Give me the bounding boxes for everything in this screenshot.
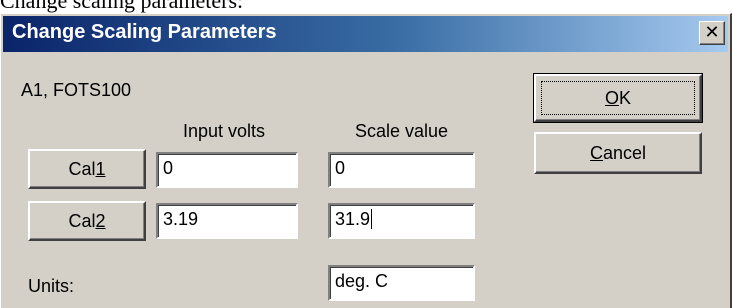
ok-label-accel: O — [604, 87, 619, 108]
units-value: deg. C — [335, 271, 389, 291]
cal1-input-volts-value: 0 — [163, 158, 174, 178]
input-volts-header: Input volts — [183, 121, 266, 141]
title-bar[interactable]: Change Scaling Parameters ✕ — [3, 16, 728, 52]
cancel-label-accel: C — [589, 142, 603, 163]
cal1-input-volts-field[interactable]: 0 — [156, 152, 298, 188]
units-field[interactable]: deg. C — [328, 265, 475, 301]
ok-label-rest: K — [619, 87, 632, 108]
close-button[interactable]: ✕ — [699, 21, 725, 45]
cal2-input-volts-value: 3.19 — [163, 209, 199, 229]
cal2-scale-value-value: 31.9 — [335, 209, 371, 229]
ok-button[interactable]: OK — [533, 73, 703, 123]
cal2-label-accel: 2 — [95, 210, 106, 231]
cal2-scale-value-field[interactable]: 31.9 — [328, 203, 475, 239]
channel-label: A1, FOTS100 — [21, 80, 132, 100]
cal1-scale-value-field[interactable]: 0 — [328, 152, 475, 188]
cal2-button[interactable]: Cal 2 — [28, 201, 146, 241]
cal1-button[interactable]: Cal 1 — [28, 149, 146, 189]
cal1-scale-value-value: 0 — [335, 158, 346, 178]
text-caret — [371, 209, 373, 229]
units-label: Units: — [28, 276, 75, 296]
dialog-title: Change Scaling Parameters — [12, 21, 277, 43]
cal2-input-volts-field[interactable]: 3.19 — [156, 203, 298, 239]
document-caption: Change scaling parameters: — [0, 0, 244, 13]
cal1-label-accel: 1 — [95, 158, 106, 179]
scale-value-header: Scale value — [355, 121, 449, 141]
change-scaling-dialog: Change Scaling Parameters ✕ A1, FOTS100 … — [0, 13, 732, 308]
cancel-label-rest: ancel — [602, 142, 647, 163]
cancel-button[interactable]: Cancel — [534, 132, 702, 174]
close-icon: ✕ — [704, 22, 720, 43]
cal2-label-prefix: Cal — [68, 210, 96, 231]
cal1-label-prefix: Cal — [68, 158, 96, 179]
